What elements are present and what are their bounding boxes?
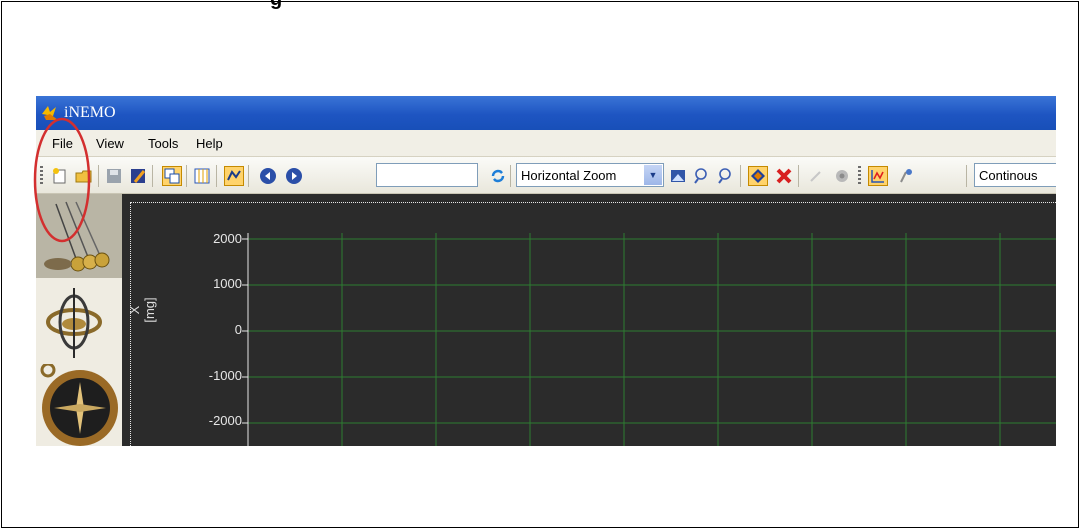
chart-mode-icon[interactable] [224,166,244,186]
sensor-sidebar [36,194,122,446]
app-logo-icon [42,106,58,120]
toolbar-grip-2[interactable] [858,166,861,186]
pick-icon[interactable] [806,166,826,186]
dropdown-arrow-icon[interactable]: ▼ [644,165,662,185]
save-icon[interactable] [104,166,124,186]
inemo-window: iNEMO File View Tools Help Horizontal Zo… [36,96,1056,446]
delete-icon[interactable] [774,166,794,186]
columns-icon[interactable] [192,166,212,186]
acquisition-icon[interactable] [868,166,888,186]
settings-icon[interactable] [832,166,852,186]
refresh-icon[interactable] [488,166,508,186]
toolbar: Horizontal Zoom ▼ Continous [36,157,1056,194]
sidebar-item-accelerometer[interactable] [36,194,122,278]
marker-icon[interactable] [748,166,768,186]
image-icon[interactable] [668,166,688,186]
menu-tools[interactable]: Tools [148,136,178,151]
menu-file[interactable]: File [52,136,73,151]
zoom-mode-value: Horizontal Zoom [521,168,617,183]
menu-bar: File View Tools Help [36,130,1056,157]
save-as-icon[interactable] [128,166,148,186]
sidebar-item-compass[interactable] [36,362,122,446]
acquisition-mode-select[interactable]: Continous [974,163,1056,187]
axis-settings-icon[interactable] [896,166,916,186]
toolbar-grip[interactable] [40,166,43,186]
sample-field[interactable] [376,163,478,187]
zoom-out-icon[interactable] [716,166,736,186]
app-title: iNEMO [64,104,116,121]
pendulum-icon [44,201,110,272]
compass-icon [40,362,118,446]
plot-area[interactable]: X [mg] 2000 1000 0 -1000 -2000 [122,194,1056,446]
menu-view[interactable]: View [96,136,124,151]
zoom-mode-select[interactable]: Horizontal Zoom ▼ [516,163,664,187]
rewind-icon[interactable] [258,166,278,186]
zoom-in-icon[interactable] [692,166,712,186]
title-bar: iNEMO [36,96,1056,130]
sidebar-item-gyroscope[interactable] [36,280,122,364]
figure-heading: g [270,0,282,11]
new-file-icon[interactable] [50,166,70,186]
menu-help[interactable]: Help [196,136,223,151]
plot-grid [242,233,1056,446]
gyroscope-icon [46,288,102,358]
open-folder-icon[interactable] [74,166,94,186]
forward-icon[interactable] [284,166,304,186]
window-layout-icon[interactable] [162,166,182,186]
